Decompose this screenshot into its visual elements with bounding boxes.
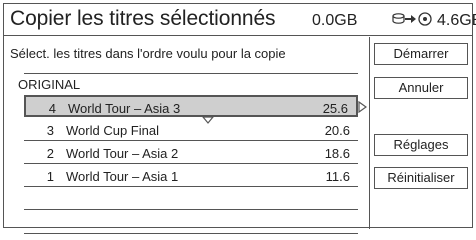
hdd-icon [392,13,405,24]
disc-icon [418,12,432,26]
title-row[interactable]: 4 World Tour – Asia 3 25.6 [24,95,358,117]
title-list-panel: Sélect. les titres dans l'ordre voulu po… [4,37,370,234]
title-name: World Tour – Asia 1 [66,169,179,184]
cancel-button[interactable]: Annuler [374,77,468,99]
title-size: 11.6 [325,169,350,184]
title-number: 4 [48,101,56,116]
start-button[interactable]: Démarrer [374,43,468,65]
triangle-right-icon [358,101,367,113]
triangle-down-icon [202,116,214,124]
empty-row [24,211,358,233]
title-number: 2 [46,146,54,161]
dialog-title: Copier les titres sélectionnés [10,7,276,30]
title-name: World Cup Final [66,123,159,138]
title-row[interactable]: 2 World Tour – Asia 2 18.6 [24,142,358,164]
used-size-value: 0.0GB [312,12,358,29]
list-header-original: ORIGINAL [18,77,81,92]
title-size: 25.6 [322,101,348,116]
title-bar: Copier les titres sélectionnés 0.0GB 4.6… [4,4,476,36]
title-name: World Tour – Asia 2 [66,146,179,161]
copy-titles-dialog: Copier les titres sélectionnés 0.0GB 4.6… [3,3,476,234]
title-row[interactable]: 1 World Tour – Asia 1 11.6 [24,165,358,187]
instruction-text: Sélect. les titres dans l'ordre voulu po… [10,46,286,61]
title-size: 20.6 [324,123,350,138]
title-size: 18.6 [324,146,350,161]
title-number: 1 [46,169,54,184]
title-name: World Tour – Asia 3 [68,101,181,116]
divider [24,233,358,234]
arrow-right-icon [405,15,416,23]
title-number: 3 [46,123,54,138]
divider [24,73,358,74]
reset-button[interactable]: Réinitialiser [374,167,468,189]
settings-button[interactable]: Réglages [374,134,468,156]
title-row[interactable]: 3 World Cup Final 20.6 [24,119,358,141]
empty-row [24,188,358,210]
free-size-value: 4.6GB [437,12,476,29]
